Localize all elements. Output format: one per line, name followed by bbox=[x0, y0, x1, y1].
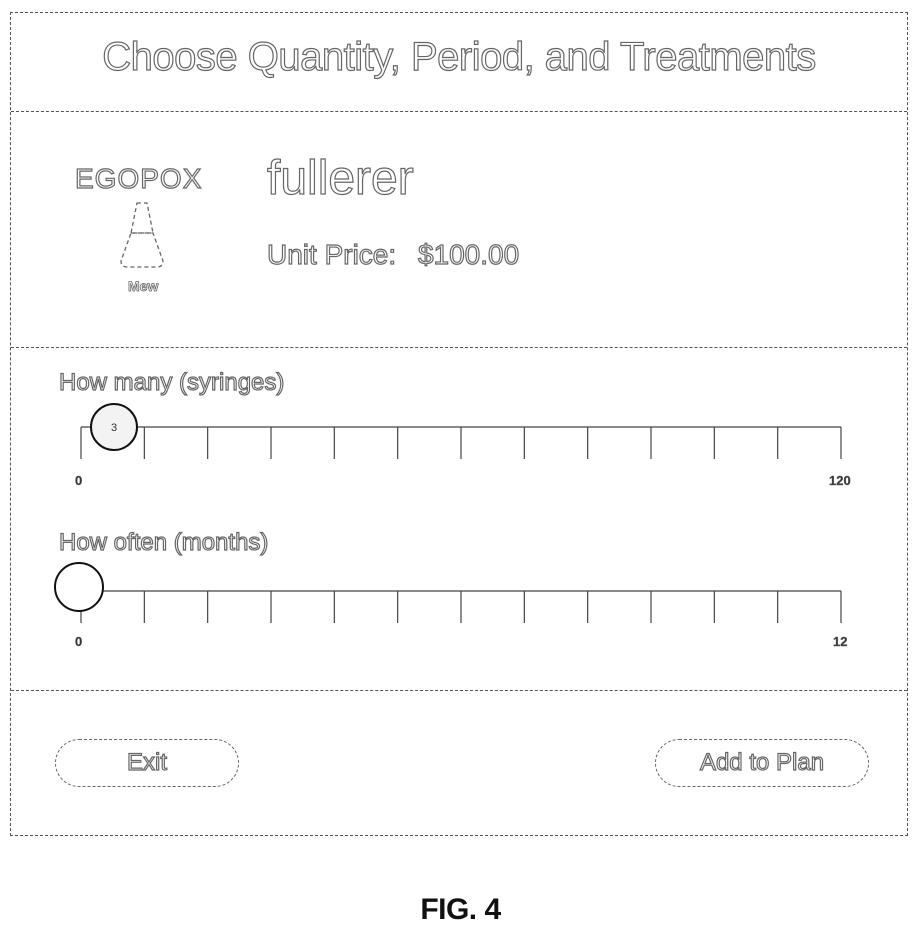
slider-thumb-value: 3 bbox=[111, 422, 117, 434]
unit-price: Unit Price: $100.00 bbox=[267, 239, 519, 271]
period-max-label: 12 bbox=[833, 634, 847, 649]
period-slider-label: How often (months) bbox=[59, 529, 268, 557]
brand-logo: EGOPOX bbox=[75, 163, 202, 195]
add-to-plan-button[interactable]: Add to Plan bbox=[655, 739, 869, 787]
exit-button[interactable]: Exit bbox=[55, 739, 239, 787]
quantity-slider[interactable]: 3 bbox=[81, 403, 861, 483]
product-divider bbox=[11, 347, 907, 348]
dialog-frame: Choose Quantity, Period, and Treatments … bbox=[10, 12, 908, 836]
dropper-icon bbox=[119, 199, 179, 279]
quantity-slider-graphic: 3 bbox=[81, 403, 861, 483]
quantity-slider-label: How many (syringes) bbox=[59, 369, 284, 397]
period-slider-graphic bbox=[81, 565, 861, 645]
product-name: fullerer bbox=[267, 151, 414, 206]
period-slider[interactable] bbox=[81, 565, 861, 645]
dialog-title: Choose Quantity, Period, and Treatments bbox=[11, 35, 907, 80]
figure-caption: FIG. 4 bbox=[0, 893, 921, 927]
quantity-max-label: 120 bbox=[829, 473, 851, 488]
period-min-label: 0 bbox=[75, 634, 82, 649]
slider-thumb[interactable] bbox=[55, 563, 103, 611]
logo-caption: Mew bbox=[128, 278, 158, 294]
unit-price-label: Unit Price: bbox=[267, 239, 396, 270]
unit-price-value: $100.00 bbox=[418, 239, 519, 270]
title-divider bbox=[11, 111, 907, 112]
quantity-min-label: 0 bbox=[75, 473, 82, 488]
slider-divider bbox=[11, 690, 907, 691]
